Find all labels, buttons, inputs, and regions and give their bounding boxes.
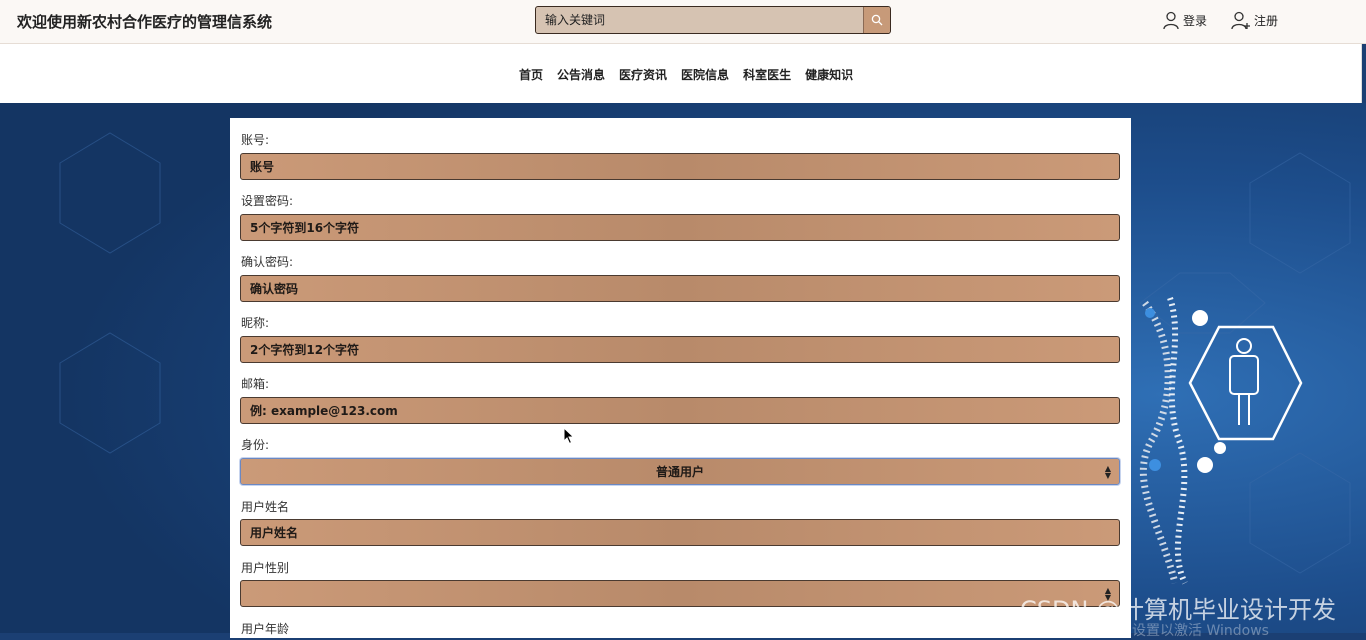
nav-item-home[interactable]: 首页 [519, 66, 543, 83]
password-input[interactable] [241, 215, 1119, 240]
email-input[interactable] [241, 398, 1119, 423]
confirm-password-input[interactable] [241, 276, 1119, 301]
account-field-wrap [240, 153, 1120, 180]
nav-item-announcements[interactable]: 公告消息 [557, 66, 605, 83]
confirm-password-label: 确认密码: [241, 255, 294, 269]
search-input[interactable] [536, 7, 864, 33]
top-header: 欢迎使用新农村合作医疗的管理信系统 登录 注册 [0, 0, 1366, 44]
real-name-field-wrap [240, 519, 1120, 546]
account-label: 账号: [241, 133, 270, 147]
login-link[interactable]: 登录 [1161, 8, 1207, 32]
search-icon [871, 14, 883, 26]
mouse-cursor-icon [563, 427, 575, 445]
nav-item-health-knowledge[interactable]: 健康知识 [805, 66, 853, 83]
windows-activation-watermark: 转到设置以激活 Windows [1104, 623, 1269, 639]
gender-label: 用户性别 [241, 561, 290, 575]
site-title: 欢迎使用新农村合作医疗的管理信系统 [17, 13, 273, 31]
confirm-password-field-wrap [240, 275, 1120, 302]
nav-item-medical-news[interactable]: 医疗资讯 [619, 66, 667, 83]
email-field-wrap [240, 397, 1120, 424]
password-field-wrap [240, 214, 1120, 241]
nav-item-hospital-info[interactable]: 医院信息 [681, 66, 729, 83]
role-label: 身份: [241, 438, 270, 452]
register-label: 注册 [1254, 13, 1279, 28]
nav-item-department-doctors[interactable]: 科室医生 [743, 66, 791, 83]
account-input[interactable] [241, 154, 1119, 179]
nickname-input[interactable] [241, 337, 1119, 362]
search-bar [535, 6, 891, 34]
nickname-label: 昵称: [241, 316, 270, 330]
user-icon [1163, 11, 1179, 30]
email-label: 邮箱: [241, 377, 270, 391]
select-arrows-icon: ▲ ▼ [1104, 463, 1111, 480]
search-button[interactable] [863, 7, 890, 33]
real-name-input[interactable] [241, 520, 1119, 545]
age-label: 用户年龄 [241, 622, 290, 636]
add-user-icon [1231, 11, 1250, 30]
nav-list: 首页 公告消息 医疗资讯 医院信息 科室医生 健康知识 [519, 66, 853, 83]
main-nav: 首页 公告消息 医疗资讯 医院信息 科室医生 健康知识 [0, 44, 1362, 103]
register-link[interactable]: 注册 [1230, 8, 1278, 32]
login-label: 登录 [1183, 13, 1208, 28]
password-label: 设置密码: [241, 194, 294, 208]
role-select[interactable]: 普通用户 ▲ ▼ [240, 458, 1120, 485]
role-selected-value: 普通用户 [655, 465, 704, 479]
gender-select[interactable]: ▲ ▼ [240, 580, 1120, 607]
real-name-label: 用户姓名 [241, 500, 290, 514]
registration-form: 账号: 设置密码: 确认密码: 昵称: 邮箱: 身份: 普通用户 ▲▼ 用户姓名… [230, 118, 1131, 638]
nickname-field-wrap [240, 336, 1120, 363]
